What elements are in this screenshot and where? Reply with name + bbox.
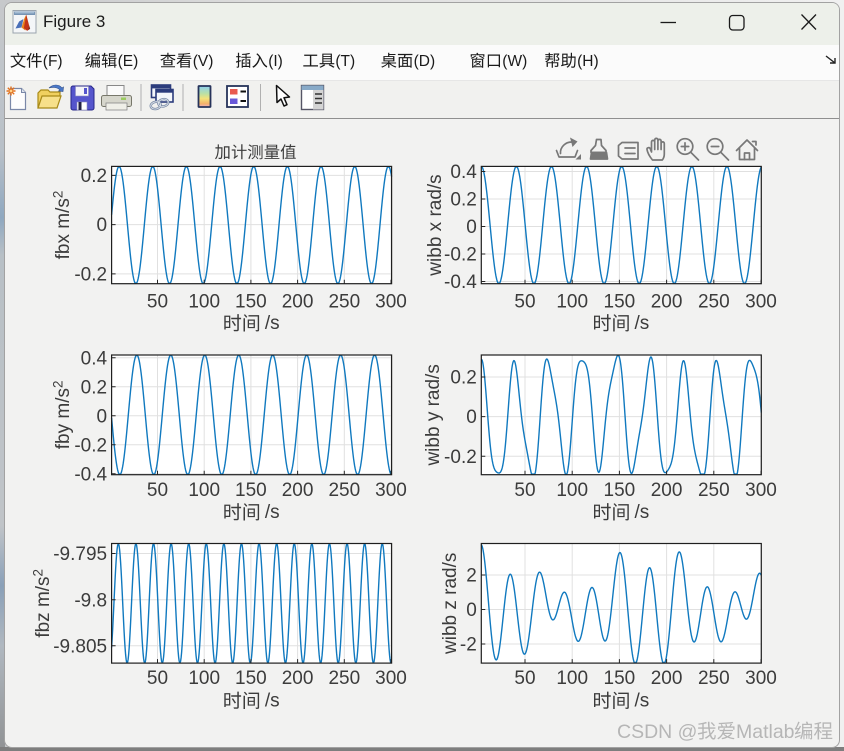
svg-text:300: 300 [745,292,777,313]
svg-text:(H): (H) [577,53,599,70]
svg-text:-9.795: -9.795 [53,544,107,565]
svg-text:300: 300 [375,668,407,689]
svg-text:(T): (T) [335,53,355,70]
svg-text:fby m/s2: fby m/s2 [51,380,75,449]
svg-text:250: 250 [328,292,360,313]
svg-text:0.4: 0.4 [450,162,477,183]
svg-text:250: 250 [328,480,360,501]
svg-text:-0.2: -0.2 [444,245,477,266]
svg-text:100: 100 [556,292,588,313]
svg-text:-9.8: -9.8 [74,590,107,611]
svg-text:-0.2: -0.2 [444,447,477,468]
svg-text:0: 0 [97,406,108,427]
svg-text:200: 200 [651,480,683,501]
svg-text:(D): (D) [414,53,436,70]
svg-text:0.2: 0.2 [81,377,107,398]
svg-text:2: 2 [466,566,477,587]
svg-text:/s: /s [635,691,650,712]
svg-text:250: 250 [328,668,360,689]
svg-text:0: 0 [466,600,477,621]
svg-text:CSDN @: CSDN @ [617,721,697,743]
svg-text:/s: /s [265,502,280,523]
svg-text:100: 100 [188,480,220,501]
svg-text:50: 50 [147,668,168,689]
svg-text:250: 250 [698,668,730,689]
svg-text:(F): (F) [43,53,63,70]
svg-text:0: 0 [466,217,477,238]
svg-text:0: 0 [97,215,108,236]
svg-text:0.2: 0.2 [450,368,476,389]
svg-text:-9.805: -9.805 [53,636,107,657]
svg-text:/s: /s [265,691,280,712]
svg-text:100: 100 [556,668,588,689]
svg-text:50: 50 [147,480,168,501]
svg-text:100: 100 [556,480,588,501]
svg-text:/s: /s [635,502,650,523]
svg-text:/s: /s [265,313,280,334]
svg-text:-0.4: -0.4 [444,272,477,293]
svg-text:200: 200 [651,292,683,313]
svg-text:-0.2: -0.2 [74,435,107,456]
svg-text:fbz m/s2: fbz m/s2 [31,569,55,638]
svg-text:150: 150 [604,480,636,501]
svg-text:wibb x rad/s: wibb x rad/s [425,174,446,276]
svg-text:wibb z rad/s: wibb z rad/s [440,553,461,655]
svg-text:100: 100 [188,292,220,313]
svg-text:(I): (I) [268,53,283,70]
svg-text:Figure 3: Figure 3 [43,12,105,31]
svg-text:150: 150 [235,292,267,313]
svg-text:300: 300 [375,292,407,313]
svg-text:-0.2: -0.2 [74,264,107,285]
svg-text:50: 50 [514,480,535,501]
svg-text:100: 100 [188,668,220,689]
svg-text:0: 0 [466,407,477,428]
svg-text:-2: -2 [460,635,477,656]
svg-text:wibb y rad/s: wibb y rad/s [423,364,444,466]
svg-text:(W): (W) [502,53,527,70]
svg-text:300: 300 [375,480,407,501]
svg-text:250: 250 [698,480,730,501]
svg-text:50: 50 [514,668,535,689]
svg-text:(V): (V) [193,53,214,70]
svg-text:-0.4: -0.4 [74,464,107,485]
svg-text:Matlab: Matlab [736,721,795,743]
svg-text:0.2: 0.2 [450,190,476,211]
svg-text:0.2: 0.2 [81,166,107,187]
svg-text:(E): (E) [118,53,139,70]
svg-text:50: 50 [147,292,168,313]
svg-text:150: 150 [235,668,267,689]
svg-text:300: 300 [745,668,777,689]
svg-text:200: 200 [282,292,314,313]
svg-text:200: 200 [282,480,314,501]
svg-text:/s: /s [635,313,650,334]
svg-text:200: 200 [651,668,683,689]
svg-text:250: 250 [698,292,730,313]
svg-text:150: 150 [604,292,636,313]
svg-text:200: 200 [282,668,314,689]
svg-text:0.4: 0.4 [81,348,108,369]
svg-text:150: 150 [604,668,636,689]
svg-text:fbx m/s2: fbx m/s2 [51,191,75,260]
svg-text:300: 300 [745,480,777,501]
svg-text:150: 150 [235,480,267,501]
svg-text:50: 50 [514,292,535,313]
